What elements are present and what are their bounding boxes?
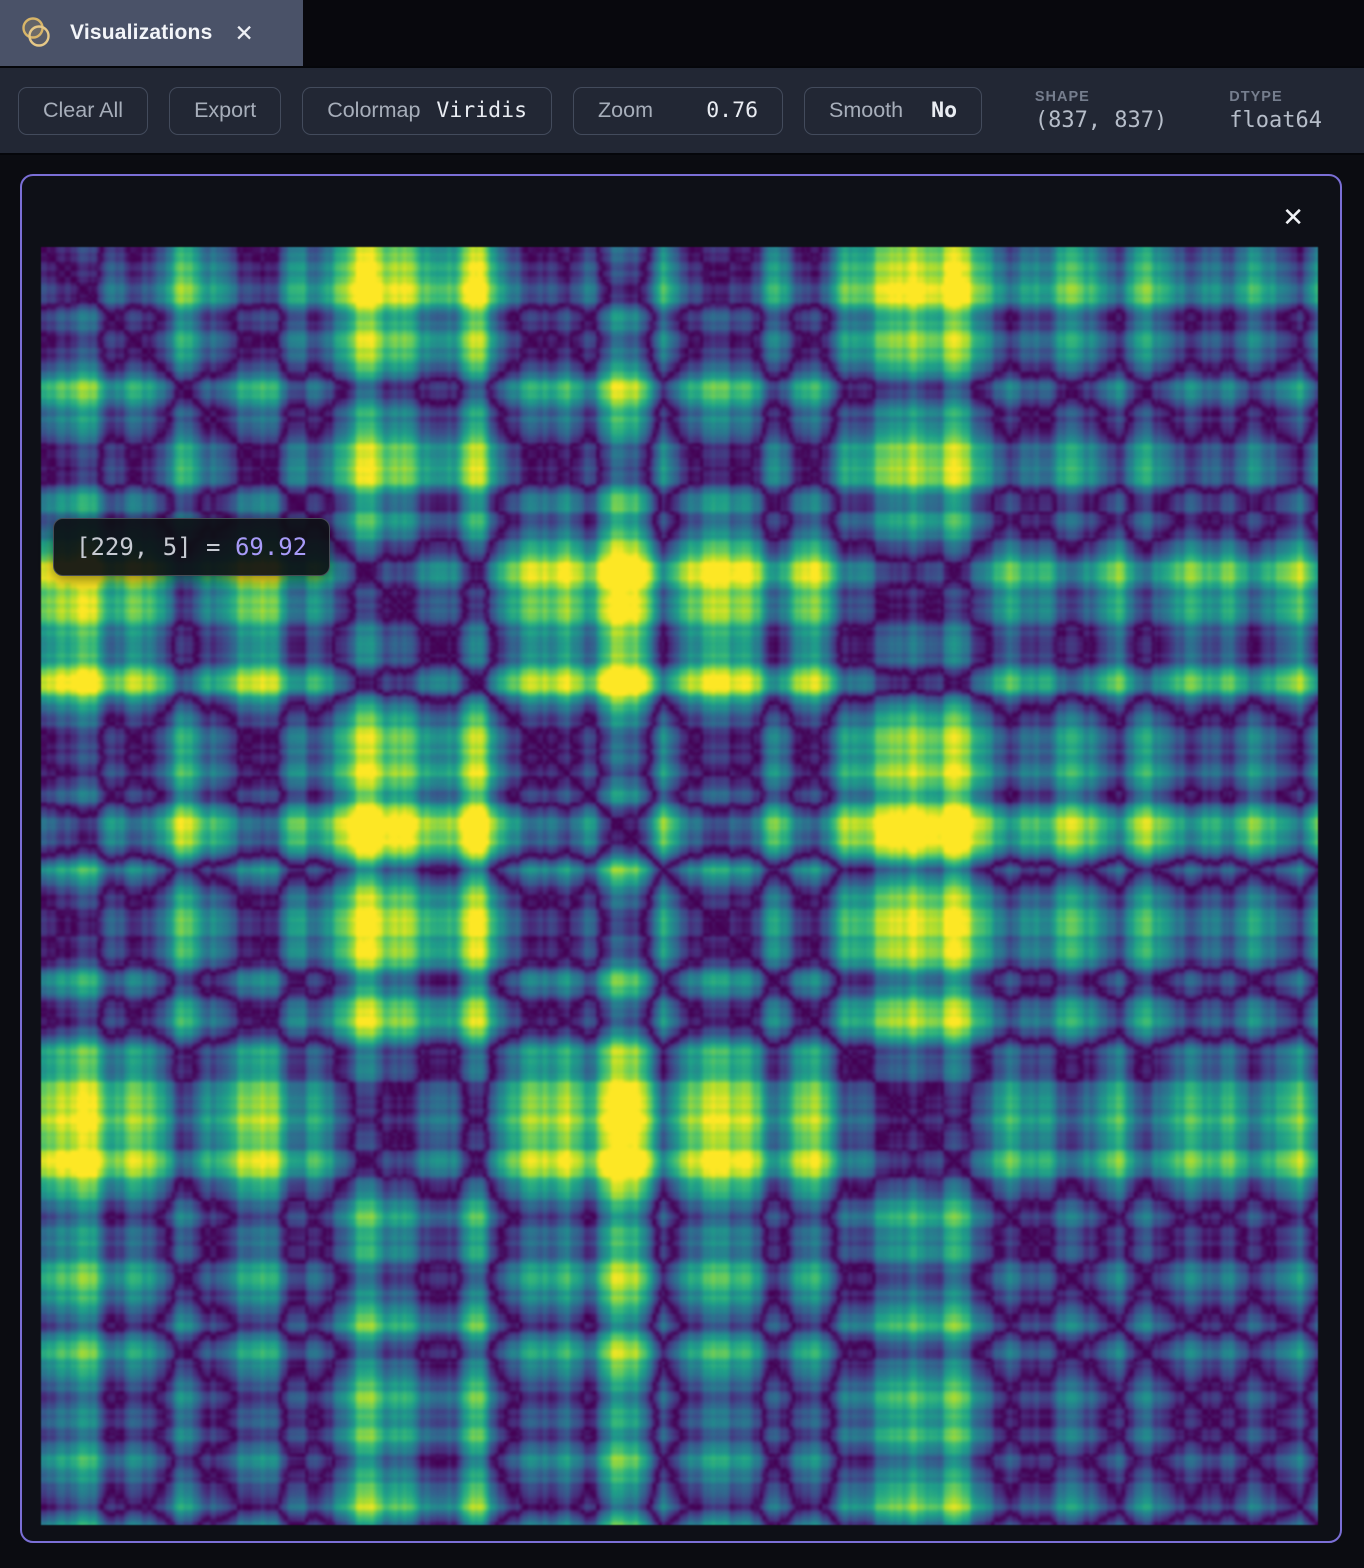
dtype-label: DTYPE: [1229, 88, 1283, 105]
panel-close-icon[interactable]: ✕: [1282, 204, 1304, 230]
dtype-value: float64: [1229, 107, 1322, 133]
toolbar: Clear All Export Colormap Viridis Zoom 0…: [0, 66, 1364, 155]
clear-all-button[interactable]: Clear All: [18, 86, 149, 135]
tooltip-value: 69.92: [234, 533, 308, 561]
shape-label: SHAPE: [1034, 88, 1090, 105]
colormap-button[interactable]: Colormap Viridis: [302, 86, 553, 135]
venn-circles-icon: [18, 15, 54, 51]
visualization-panel: ✕ [229, 5] = 69.92: [20, 174, 1342, 1543]
shape-value: (837, 837): [1034, 107, 1168, 133]
dtype-stat: DTYPE float64: [1229, 89, 1322, 133]
tooltip-coords: [229, 5] =: [76, 533, 235, 561]
zoom-label: Zoom: [598, 98, 653, 122]
tab-bar: Visualizations ✕: [0, 0, 1364, 66]
tab-label: Visualizations: [70, 21, 213, 44]
smooth-toggle[interactable]: Smooth No: [804, 86, 983, 135]
value-tooltip: [229, 5] = 69.92: [53, 518, 331, 576]
heatmap-canvas[interactable]: [41, 247, 1318, 1525]
shape-stat: SHAPE (837, 837): [1035, 89, 1167, 133]
zoom-value: 0.76: [706, 98, 759, 123]
colormap-value: Viridis: [436, 98, 528, 123]
heatmap-container: [41, 247, 1318, 1525]
zoom-control[interactable]: Zoom 0.76: [573, 86, 784, 135]
matrix-stats: SHAPE (837, 837) DTYPE float64: [1035, 89, 1322, 133]
colormap-label: Colormap: [327, 98, 421, 122]
tab-close-icon[interactable]: ✕: [234, 21, 253, 45]
export-button[interactable]: Export: [169, 86, 282, 135]
tab-visualizations[interactable]: Visualizations ✕: [0, 0, 303, 66]
smooth-label: Smooth: [829, 98, 904, 122]
smooth-value: No: [931, 98, 958, 123]
viewer-area: ✕ [229, 5] = 69.92: [0, 155, 1364, 1568]
